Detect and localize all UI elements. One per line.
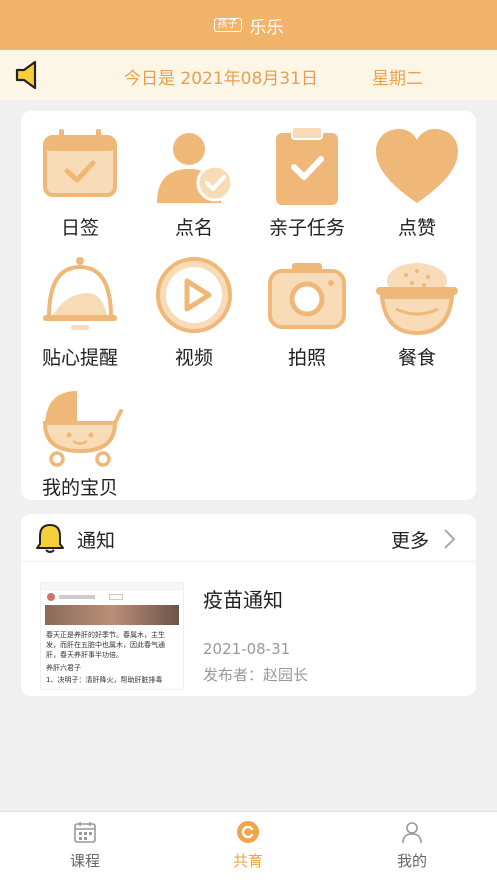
tab-label: 课程 — [69, 852, 100, 870]
calendar-grid-icon — [74, 822, 96, 843]
today-date: 今日是 2021年08月31日 — [124, 69, 318, 89]
baby-stroller-icon — [42, 391, 123, 467]
camera-icon — [268, 263, 346, 329]
thumb-text-2: 1、决明子：清肝降火，帮助肝脏排毒 — [46, 676, 163, 684]
grid-item-like[interactable]: 点赞 — [362, 125, 472, 240]
grid-item-roll-call[interactable]: 点名 — [139, 125, 249, 240]
grid-item-daily-sign[interactable]: 日签 — [25, 125, 135, 240]
clipboard-check-icon — [276, 126, 338, 205]
notice-item-title[interactable]: 疫苗通知 — [203, 584, 283, 613]
notice-card: 通知 更多 春天正是养肝的好季节。春属木，主生发，而肝在五脏中也属木，因此春气通… — [21, 514, 476, 696]
speaker-icon[interactable] — [14, 59, 44, 91]
grid-label: 贴心提醒 — [41, 347, 118, 369]
more-link[interactable]: 更多 — [391, 526, 429, 553]
today-weekday: 星期二 — [372, 69, 423, 89]
grid-label: 视频 — [174, 347, 213, 369]
tab-label: 共育 — [232, 852, 263, 870]
person-check-icon — [157, 133, 234, 203]
grid-item-video[interactable]: 视频 — [139, 255, 249, 370]
calendar-check-icon — [43, 129, 117, 197]
bell-reminder-icon — [43, 257, 117, 330]
grid-label: 点名 — [174, 217, 213, 239]
notice-item-date: 2021-08-31 — [203, 640, 291, 658]
thumb-text: 春天正是养肝的好季节。春属木，主生发，而肝在五脏中也属木，因此春气通肝，春天养肝… — [46, 631, 165, 659]
heart-icon — [376, 129, 458, 203]
notice-thumbnail[interactable]: 春天正是养肝的好季节。春属木，主生发，而肝在五脏中也属木，因此春气通肝，春天养肝… — [40, 582, 184, 690]
grid-label: 餐食 — [397, 347, 436, 369]
circle-c-icon — [237, 821, 259, 843]
rice-bowl-icon — [376, 263, 458, 336]
feature-grid: 日签 点名 亲子任务 点赞 贴心提醒 视频 拍照 餐食 我的宝贝 — [21, 111, 476, 500]
notice-section-title: 通知 — [77, 530, 116, 552]
grid-item-reminder[interactable]: 贴心提醒 — [25, 255, 135, 370]
grid-item-photo[interactable]: 拍照 — [252, 255, 362, 370]
user-icon — [402, 822, 422, 844]
grid-item-parent-task[interactable]: 亲子任务 — [252, 125, 362, 240]
grid-label: 我的宝贝 — [41, 477, 118, 499]
tab-coparenting[interactable]: 共育 — [203, 820, 293, 871]
thumb-heading: 养肝六君子 — [46, 664, 81, 672]
app-header: 孩子 乐乐 — [0, 0, 497, 50]
tab-label: 我的 — [396, 852, 427, 870]
play-icon — [156, 257, 232, 333]
grid-item-my-baby[interactable]: 我的宝贝 — [25, 385, 135, 500]
grid-label: 日签 — [60, 217, 99, 239]
app-badge: 孩子 — [213, 18, 242, 32]
app-title: 乐乐 — [249, 17, 284, 38]
bottom-tab-bar: 课程 共育 我的 — [0, 811, 497, 883]
grid-item-meals[interactable]: 餐食 — [362, 255, 472, 370]
tab-courses[interactable]: 课程 — [40, 820, 130, 871]
date-bar: 今日是 2021年08月31日 星期二 — [0, 50, 497, 100]
notice-header: 通知 更多 — [21, 514, 476, 562]
notice-item-publisher: 发布者：赵园长 — [203, 666, 309, 684]
grid-label: 拍照 — [287, 347, 326, 369]
grid-label: 点赞 — [397, 217, 436, 239]
grid-label: 亲子任务 — [268, 217, 345, 239]
tab-mine[interactable]: 我的 — [367, 820, 457, 871]
bell-icon — [36, 524, 64, 553]
chevron-right-icon[interactable] — [442, 528, 456, 550]
